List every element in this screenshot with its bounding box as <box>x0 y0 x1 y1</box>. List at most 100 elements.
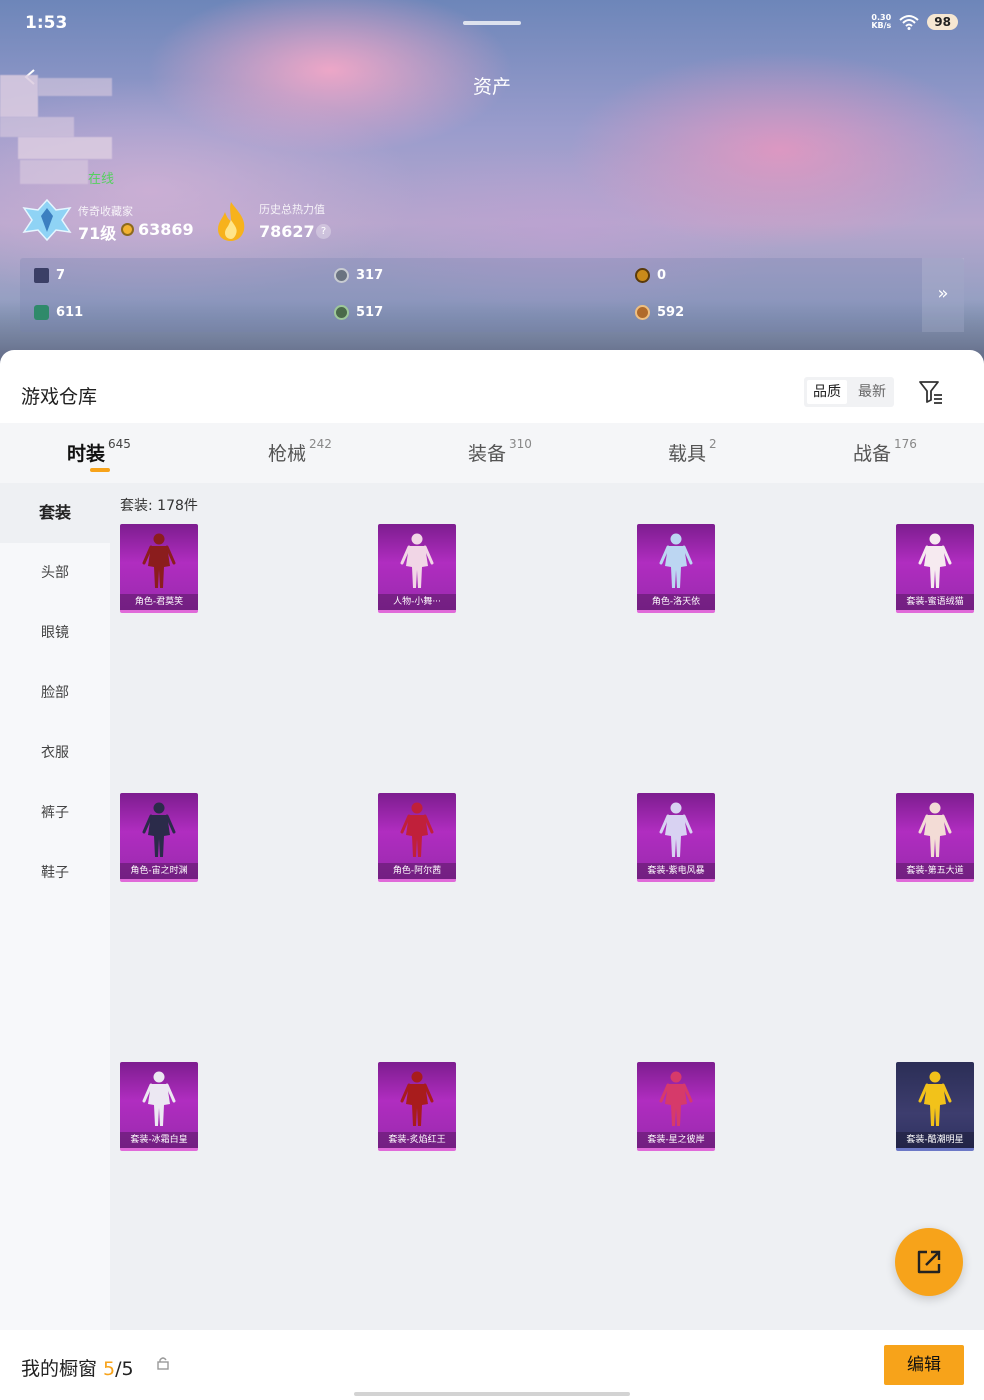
item-label: 角色-阿尔茜 <box>378 863 456 879</box>
edit-button[interactable]: 编辑 <box>884 1345 964 1385</box>
stat-gold-tokens: 0 <box>635 268 666 283</box>
side-item-glasses[interactable]: 眼镜 <box>0 603 110 663</box>
wifi-icon <box>899 15 919 30</box>
item-tile[interactable]: 套装-紫电风暴 <box>637 793 715 882</box>
status-time: 1:53 <box>25 13 68 33</box>
side-item-pants[interactable]: 裤子 <box>0 783 110 843</box>
tab-battle-supplies[interactable]: 战备 176 <box>853 437 917 466</box>
character-figure-icon <box>918 1071 952 1126</box>
stat-gems: 611 <box>34 305 83 320</box>
orb-icon <box>334 305 349 320</box>
item-label: 角色-洛天依 <box>637 594 715 610</box>
flame-icon <box>218 202 245 241</box>
item-tile[interactable]: 套装-蜜语绒猫 <box>896 524 974 613</box>
online-status: 在线 <box>88 172 115 187</box>
side-item-suit[interactable]: 套装 <box>0 483 110 543</box>
expand-stats-button[interactable]: » <box>922 258 964 332</box>
sort-newest[interactable]: 最新 <box>850 377 894 407</box>
coin-value: 63869 <box>138 220 194 239</box>
character-figure-icon <box>400 1071 434 1126</box>
item-tile[interactable]: 角色-洛天依 <box>637 524 715 613</box>
side-item-head[interactable]: 头部 <box>0 543 110 603</box>
rank-level: 71级 <box>78 224 117 243</box>
sort-toggle: 品质 最新 <box>804 377 894 407</box>
tab-guns[interactable]: 枪械 242 <box>268 437 332 466</box>
network-speed: 0.30 KB/s <box>871 13 892 30</box>
showcase-title: 我的橱窗 5/5 <box>21 1358 134 1380</box>
home-indicator <box>354 1392 630 1396</box>
showcase-bar: 我的橱窗 5/5 编辑 <box>0 1330 984 1400</box>
blurred-avatar-lower <box>0 117 74 137</box>
gem-icon <box>34 305 49 320</box>
tab-fashion[interactable]: 时装 645 <box>67 437 131 466</box>
item-tile[interactable]: 套装-冰霜白皇 <box>120 1062 198 1151</box>
character-figure-icon <box>918 533 952 588</box>
item-tile[interactable]: 角色-宙之时渊 <box>120 793 198 882</box>
item-label: 套装-冰霜白皇 <box>120 1132 198 1148</box>
item-tile[interactable]: 套装-星之彼岸 <box>637 1062 715 1151</box>
page-title: 资产 <box>472 76 511 98</box>
item-tile[interactable]: 套装-第五大道 <box>896 793 974 882</box>
share-button[interactable] <box>895 1228 963 1296</box>
blurred-id <box>18 137 112 159</box>
character-figure-icon <box>400 533 434 588</box>
tab-equipment[interactable]: 装备 310 <box>468 437 532 466</box>
item-label: 套装-蜜语绒猫 <box>896 594 974 610</box>
blurred-status <box>20 160 88 184</box>
character-figure-icon <box>659 1071 693 1126</box>
heat-value: 78627 <box>259 222 315 241</box>
rank-title: 传奇收藏家 <box>78 205 133 218</box>
item-tile[interactable]: 角色-君莫笑 <box>120 524 198 613</box>
item-label: 角色-宙之时渊 <box>120 863 198 879</box>
character-figure-icon <box>659 802 693 857</box>
sub-category-sidebar: 套装 头部 眼镜 脸部 衣服 裤子 鞋子 <box>0 483 110 1330</box>
item-label: 套装-第五大道 <box>896 863 974 879</box>
lock-icon <box>157 1357 169 1370</box>
item-label: 套装-紫电风暴 <box>637 863 715 879</box>
battery-level: 98 <box>927 14 958 30</box>
character-figure-icon <box>142 802 176 857</box>
side-item-face[interactable]: 脸部 <box>0 663 110 723</box>
filter-icon[interactable] <box>918 380 944 404</box>
category-tabs: 时装 645 枪械 242 装备 310 载具 2 战备 176 <box>0 423 984 483</box>
character-figure-icon <box>400 802 434 857</box>
warehouse-title: 游戏仓库 <box>21 386 98 408</box>
item-label: 套装-星之彼岸 <box>637 1132 715 1148</box>
item-tile[interactable]: 套装-酷潮明星 <box>896 1062 974 1151</box>
rank-badge-icon <box>22 198 72 242</box>
status-bar-right: 0.30 KB/s 98 <box>871 14 958 30</box>
heat-title: 历史总热力值 <box>259 203 325 216</box>
stat-bronze-coins: 592 <box>635 305 684 320</box>
blurred-avatar <box>0 75 38 117</box>
gold-token-icon <box>635 268 650 283</box>
item-label: 人物-小舞··· <box>378 594 456 610</box>
stat-orbs: 517 <box>334 305 383 320</box>
silver-coin-icon <box>334 268 349 283</box>
sort-quality[interactable]: 品质 <box>807 380 847 404</box>
character-figure-icon <box>659 533 693 588</box>
active-tab-indicator <box>90 468 110 472</box>
character-figure-icon <box>142 533 176 588</box>
tab-vehicles[interactable]: 载具 2 <box>668 437 717 466</box>
top-handle[interactable] <box>463 21 521 25</box>
item-label: 套装-炙焰红王 <box>378 1132 456 1148</box>
item-label: 套装-酷潮明星 <box>896 1132 974 1148</box>
item-tile[interactable]: 角色-阿尔茜 <box>378 793 456 882</box>
assets-stats-panel: 7 317 0 611 517 592 » <box>20 258 964 332</box>
side-item-clothes[interactable]: 衣服 <box>0 723 110 783</box>
character-figure-icon <box>142 1071 176 1126</box>
coin-icon <box>121 223 134 236</box>
showcase-count: 5 <box>103 1358 116 1380</box>
item-tile[interactable]: 人物-小舞··· <box>378 524 456 613</box>
item-label: 角色-君莫笑 <box>120 594 198 610</box>
card-icon <box>34 268 49 283</box>
character-figure-icon <box>918 802 952 857</box>
warehouse-card: 游戏仓库 品质 最新 时装 645 枪械 242 装备 310 载具 2 战备 176 套… <box>0 350 984 1400</box>
help-icon[interactable]: ? <box>316 224 331 239</box>
stat-cards: 7 <box>34 268 65 283</box>
item-tile[interactable]: 套装-炙焰红王 <box>378 1062 456 1151</box>
side-item-shoes[interactable]: 鞋子 <box>0 843 110 903</box>
item-count-label: 套装: 178件 <box>120 498 198 514</box>
item-grid: 套装: 178件 角色-君莫笑 人物-小舞··· 角色-洛天依 套装-蜜语绒猫角色-宙… <box>110 483 984 1330</box>
blurred-username <box>38 78 112 96</box>
